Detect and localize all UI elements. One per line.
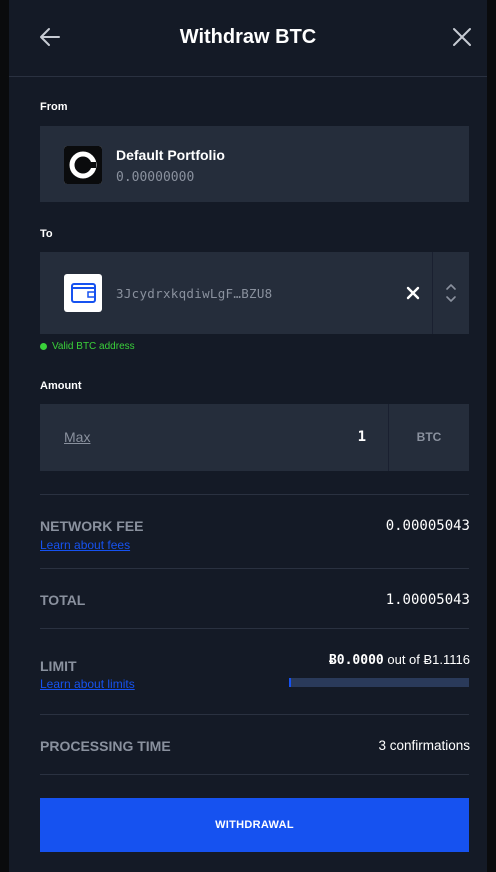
validation-text: Valid BTC address bbox=[52, 341, 135, 352]
currency-unit: BTC bbox=[416, 430, 442, 444]
close-icon bbox=[406, 286, 420, 300]
limit-total: out of Ƀ1.1116 bbox=[387, 652, 470, 667]
address-select-button[interactable] bbox=[433, 252, 469, 334]
divider bbox=[40, 494, 469, 495]
amount-input[interactable] bbox=[280, 426, 366, 448]
limit-value: Ƀ0.0000 out of Ƀ1.1116 bbox=[329, 652, 470, 668]
network-fee-value: 0.00005043 bbox=[385, 518, 470, 534]
learn-about-limits-link[interactable]: Learn about limits bbox=[40, 677, 135, 691]
destination-address: 3JcydrxkqdiwLgF…BZU8 bbox=[116, 286, 273, 301]
limit-used: Ƀ0.0000 bbox=[328, 653, 384, 668]
valid-status-dot bbox=[40, 343, 47, 350]
divider bbox=[40, 774, 469, 775]
coinbase-logo-icon bbox=[64, 146, 102, 184]
to-label: To bbox=[40, 228, 53, 240]
total-value: 1.00005043 bbox=[385, 592, 470, 608]
chevron-updown-icon bbox=[446, 284, 456, 302]
processing-time-label: PROCESSING TIME bbox=[40, 738, 171, 754]
divider bbox=[40, 714, 469, 715]
clear-address-button[interactable] bbox=[405, 285, 421, 301]
total-label: TOTAL bbox=[40, 592, 86, 608]
network-fee-label: NETWORK FEE bbox=[40, 518, 144, 534]
portfolio-name: Default Portfolio bbox=[116, 147, 225, 163]
withdrawal-button[interactable]: WITHDRAWAL bbox=[40, 798, 469, 852]
limit-progress-fill bbox=[289, 678, 291, 687]
limit-label: LIMIT bbox=[40, 658, 77, 674]
limit-progress-bar bbox=[289, 678, 469, 687]
processing-time-value: 3 confirmations bbox=[378, 738, 470, 753]
amount-field: Max BTC bbox=[40, 404, 469, 471]
page-title: Withdraw BTC bbox=[179, 26, 317, 48]
divider bbox=[40, 568, 469, 569]
withdraw-panel: Withdraw BTC From Default Portfolio 0.00… bbox=[9, 0, 487, 872]
header: Withdraw BTC bbox=[9, 0, 487, 77]
to-address-field[interactable]: 3JcydrxkqdiwLgF…BZU8 bbox=[40, 252, 469, 334]
divider bbox=[40, 628, 469, 629]
from-label: From bbox=[40, 101, 68, 113]
max-button[interactable]: Max bbox=[64, 429, 90, 445]
from-portfolio-selector[interactable]: Default Portfolio 0.00000000 bbox=[40, 126, 469, 202]
amount-label: Amount bbox=[40, 380, 82, 392]
learn-about-fees-link[interactable]: Learn about fees bbox=[40, 538, 130, 552]
portfolio-balance: 0.00000000 bbox=[116, 170, 195, 185]
close-button[interactable] bbox=[449, 24, 475, 50]
close-icon bbox=[453, 28, 471, 46]
wallet-icon bbox=[64, 274, 102, 312]
